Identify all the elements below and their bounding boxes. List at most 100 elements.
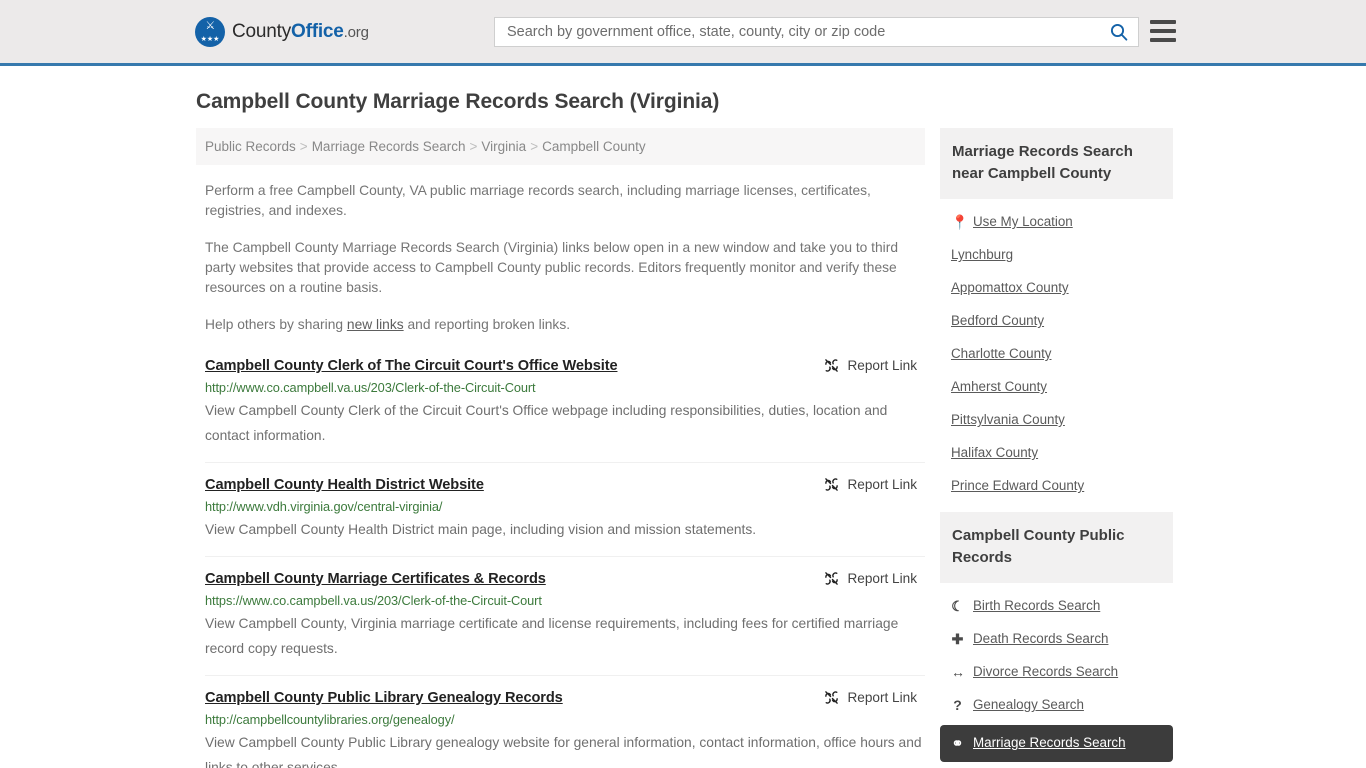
broken-link-icon	[825, 691, 839, 704]
result-header: Campbell County Public Library Genealogy…	[205, 690, 925, 706]
result-header: Campbell County Marriage Certificates & …	[205, 571, 925, 587]
report-link-label: Report Link	[847, 358, 917, 373]
report-link-button[interactable]: Report Link	[824, 690, 917, 705]
main-column: Public Records > Marriage Records Search > V…	[196, 128, 925, 768]
sidebar-link-label[interactable]: Lynchburg	[951, 247, 1013, 262]
result-item: Campbell County Health District Website …	[205, 477, 925, 557]
report-link-button[interactable]: Report Link	[824, 571, 917, 586]
broken-link-icon	[825, 359, 839, 372]
intro-paragraph-3: Help others by sharing new links and rep…	[205, 315, 917, 335]
sidebar-link-label[interactable]: Halifax County	[951, 445, 1038, 460]
breadcrumb: Public Records > Marriage Records Search > V…	[196, 128, 925, 165]
result-url-link[interactable]: http://www.vdh.virginia.gov/central-virg…	[205, 499, 925, 514]
site-header: ⚔ ★★★ CountyOffice.org	[0, 0, 1366, 66]
search-button[interactable]	[1108, 21, 1130, 43]
logo-wordmark: CountyOffice.org	[232, 21, 369, 43]
sidebar-item-halifax-county[interactable]: Halifax County	[940, 436, 1173, 469]
sidebar-public-records-links: ☾ Birth Records Search ✚ Death Records S…	[940, 583, 1173, 762]
breadcrumb-item-public-records[interactable]: Public Records	[205, 139, 296, 154]
breadcrumb-item-marriage-records-search[interactable]: Marriage Records Search	[312, 139, 466, 154]
sidebar: Marriage Records Search near Campbell Co…	[940, 128, 1173, 768]
breadcrumb-separator: >	[469, 139, 478, 154]
sidebar-heading-public-records: Campbell County Public Records	[940, 512, 1173, 583]
sidebar-box-nearby: Marriage Records Search near Campbell Co…	[940, 128, 1173, 502]
sidebar-heading-nearby: Marriage Records Search near Campbell Co…	[940, 128, 1173, 199]
search-icon	[1110, 23, 1128, 41]
baby-icon: ☾	[951, 597, 964, 614]
sidebar-link-label[interactable]: Prince Edward County	[951, 478, 1084, 493]
result-description: View Campbell County, Virginia marriage …	[205, 616, 899, 656]
map-pin-icon: 📍	[951, 213, 969, 230]
result-title-link[interactable]: Campbell County Public Library Genealogy…	[205, 690, 563, 706]
report-link-button[interactable]: Report Link	[824, 477, 917, 492]
result-title-link[interactable]: Campbell County Clerk of The Circuit Cou…	[205, 358, 618, 374]
sidebar-item-bedford-county[interactable]: Bedford County	[940, 304, 1173, 337]
result-url-link[interactable]: http://campbellcountylibraries.org/genea…	[205, 712, 925, 727]
intro-paragraph-2: The Campbell County Marriage Records Sea…	[205, 240, 899, 295]
results-list: Campbell County Clerk of The Circuit Cou…	[205, 358, 925, 768]
page-body: Campbell County Marriage Records Search …	[0, 90, 1366, 768]
site-logo[interactable]: ⚔ ★★★ CountyOffice.org	[195, 12, 369, 52]
eagle-shield-logo-icon: ⚔ ★★★	[195, 16, 225, 47]
page-title: Campbell County Marriage Records Search …	[196, 90, 720, 113]
logo-text-county: County	[232, 20, 292, 42]
result-header: Campbell County Clerk of The Circuit Cou…	[205, 358, 925, 374]
content-columns: Public Records > Marriage Records Search > V…	[196, 128, 1366, 768]
sidebar-link-label[interactable]: Divorce Records Search	[973, 664, 1118, 679]
breadcrumb-item-campbell-county[interactable]: Campbell County	[542, 139, 646, 154]
cross-icon: ✚	[951, 630, 964, 647]
report-link-button[interactable]: Report Link	[824, 358, 917, 373]
report-link-label: Report Link	[847, 571, 917, 586]
sidebar-box-public-records: Campbell County Public Records ☾ Birth R…	[940, 512, 1173, 762]
logo-text-org: .org	[343, 23, 369, 41]
result-item: Campbell County Clerk of The Circuit Cou…	[205, 358, 925, 463]
result-item: Campbell County Marriage Certificates & …	[205, 571, 925, 676]
sidebar-item-amherst-county[interactable]: Amherst County	[940, 370, 1173, 403]
sidebar-link-label[interactable]: Genealogy Search	[973, 697, 1084, 712]
sidebar-link-label[interactable]: Birth Records Search	[973, 598, 1100, 613]
sidebar-item-prince-edward-county[interactable]: Prince Edward County	[940, 469, 1173, 502]
sidebar-link-label[interactable]: Pittsylvania County	[951, 412, 1065, 427]
sidebar-item-pittsylvania-county[interactable]: Pittsylvania County	[940, 403, 1173, 436]
result-title-link[interactable]: Campbell County Marriage Certificates & …	[205, 571, 546, 587]
breadcrumb-separator: >	[530, 139, 539, 154]
hamburger-menu-button[interactable]	[1150, 20, 1176, 42]
sidebar-link-label[interactable]: Appomattox County	[951, 280, 1069, 295]
broken-link-icon	[825, 572, 839, 585]
sidebar-item-divorce-records-search[interactable]: ↔ Divorce Records Search	[940, 655, 1173, 688]
hamburger-menu-icon	[1150, 20, 1176, 24]
question-mark-icon: ?	[953, 696, 962, 713]
sidebar-item-appomattox-county[interactable]: Appomattox County	[940, 271, 1173, 304]
sidebar-link-label[interactable]: Charlotte County	[951, 346, 1051, 361]
intro-p3-after: and reporting broken links.	[403, 317, 571, 332]
result-header: Campbell County Health District Website …	[205, 477, 925, 493]
split-arrow-icon: ↔	[951, 663, 965, 680]
sidebar-item-death-records-search[interactable]: ✚ Death Records Search	[940, 622, 1173, 655]
search-input[interactable]	[505, 23, 1108, 41]
result-description: View Campbell County Public Library gene…	[205, 735, 922, 768]
breadcrumb-item-virginia[interactable]: Virginia	[481, 139, 526, 154]
hamburger-menu-icon	[1150, 38, 1176, 42]
result-url-link[interactable]: http://www.co.campbell.va.us/203/Clerk-o…	[205, 380, 925, 395]
search-bar[interactable]	[494, 17, 1139, 47]
sidebar-item-genealogy-search[interactable]: ? Genealogy Search	[940, 688, 1173, 721]
sidebar-link-label[interactable]: Use My Location	[973, 214, 1073, 229]
sidebar-link-label[interactable]: Death Records Search	[973, 631, 1108, 646]
sidebar-item-use-my-location[interactable]: 📍 Use My Location	[940, 205, 1173, 238]
logo-text-office: Office	[291, 20, 344, 42]
sidebar-item-marriage-records-search[interactable]: ⚭ Marriage Records Search	[940, 725, 1173, 762]
result-url-link[interactable]: https://www.co.campbell.va.us/203/Clerk-…	[205, 593, 925, 608]
broken-link-icon	[825, 478, 839, 491]
sidebar-link-label[interactable]: Bedford County	[951, 313, 1044, 328]
new-links-link[interactable]: new links	[347, 317, 404, 332]
report-link-label: Report Link	[847, 690, 917, 705]
sidebar-item-charlotte-county[interactable]: Charlotte County	[940, 337, 1173, 370]
sidebar-link-label[interactable]: Amherst County	[951, 379, 1047, 394]
result-item: Campbell County Public Library Genealogy…	[205, 690, 925, 768]
sidebar-item-lynchburg[interactable]: Lynchburg	[940, 238, 1173, 271]
sidebar-link-label[interactable]: Marriage Records Search	[973, 735, 1126, 750]
result-description: View Campbell County Health District mai…	[205, 522, 757, 537]
sidebar-item-birth-records-search[interactable]: ☾ Birth Records Search	[940, 589, 1173, 622]
report-link-label: Report Link	[847, 477, 917, 492]
result-title-link[interactable]: Campbell County Health District Website	[205, 477, 484, 493]
